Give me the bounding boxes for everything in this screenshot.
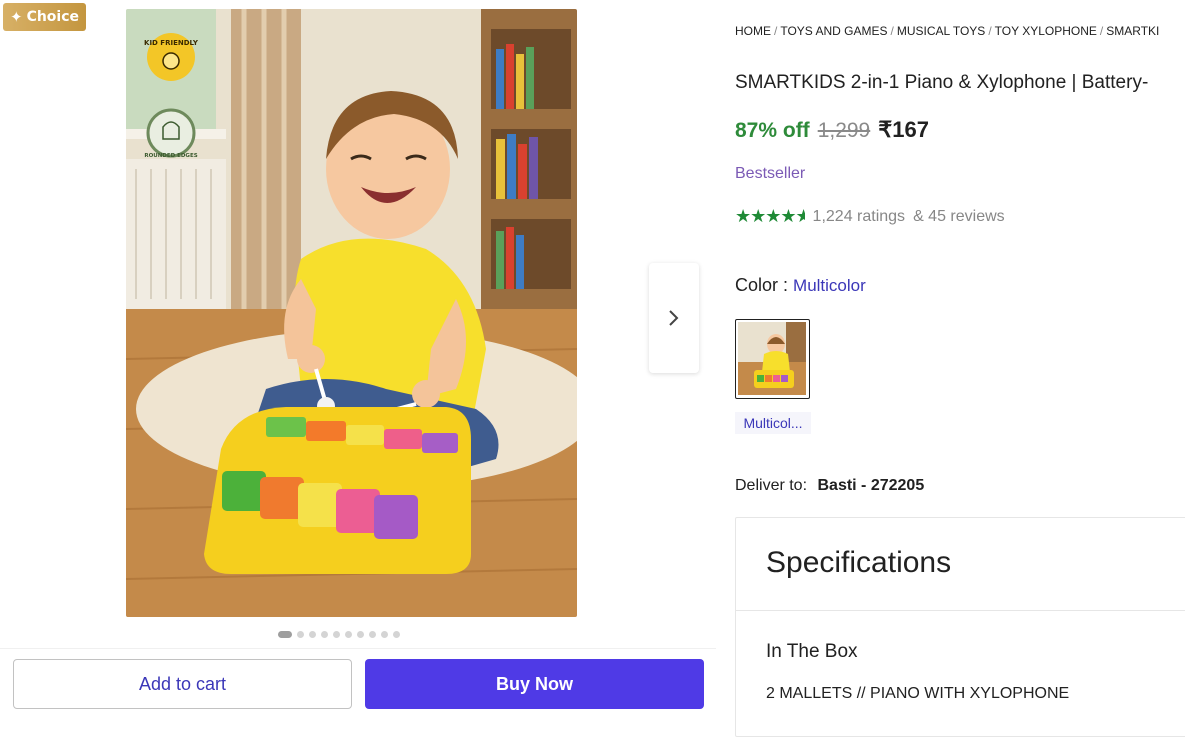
choice-badge-label: Choice <box>26 9 80 25</box>
pagination-dot[interactable] <box>309 631 316 638</box>
breadcrumb-current[interactable]: SMARTKI <box>1106 24 1159 38</box>
specifications-header: Specifications <box>736 518 1185 611</box>
product-image[interactable]: KID FRIENDLY ROUNDED EDGES <box>126 9 577 617</box>
pagination-dot[interactable] <box>333 631 340 638</box>
star-rating-icon: ★★★★★ <box>735 206 805 226</box>
color-selector-label: Color : Multicolor <box>735 275 866 296</box>
deliver-to-label: Deliver to: <box>735 477 808 494</box>
discount-percent: 87% off <box>735 119 810 142</box>
chevron-right-icon <box>669 310 679 326</box>
rounded-edges-label: ROUNDED EDGES <box>144 153 197 159</box>
add-to-cart-button[interactable]: Add to cart <box>13 659 352 709</box>
pagination-dot[interactable] <box>369 631 376 638</box>
choice-badge: ✦ Choice <box>3 3 86 31</box>
rating-row[interactable]: ★★★★★ 1,224 ratings & 45 reviews <box>735 206 1005 227</box>
selling-price: ₹167 <box>878 117 929 142</box>
pagination-dot[interactable] <box>381 631 388 638</box>
pagination-dot[interactable] <box>357 631 364 638</box>
swatch-thumbnail <box>738 322 806 395</box>
ratings-count: 1,224 ratings <box>812 207 906 225</box>
pagination-dot[interactable] <box>393 631 400 638</box>
kid-friendly-label: KID FRIENDLY <box>144 39 199 47</box>
color-swatch-label: Multicol... <box>735 412 811 434</box>
color-label: Color : <box>735 275 789 295</box>
pagination-dot[interactable] <box>345 631 352 638</box>
next-image-button[interactable] <box>649 263 699 373</box>
spec-section-title: In The Box <box>766 641 858 662</box>
breadcrumb-musical-toys[interactable]: MUSICAL TOYS <box>897 24 985 38</box>
pagination-dot[interactable] <box>297 631 304 638</box>
delivery-location: Basti - 272205 <box>817 477 925 494</box>
reviews-count: & 45 reviews <box>913 207 1005 225</box>
specifications-card: Specifications In The Box 2 MALLETS // P… <box>735 517 1185 737</box>
pagination-dot[interactable] <box>321 631 328 638</box>
buy-now-button[interactable]: Buy Now <box>365 659 704 709</box>
image-pagination-dots <box>278 631 400 638</box>
product-gallery: ✦ Choice KID FRIENDLY ROUNDED EDGES Add … <box>0 0 716 724</box>
sparkle-icon: ✦ <box>9 8 23 26</box>
price-row: 87% off 1,299 ₹167 <box>735 117 929 143</box>
color-swatch-multicolor[interactable] <box>735 319 810 399</box>
selected-color: Multicolor <box>793 276 866 295</box>
spec-section-value: 2 MALLETS // PIANO WITH XYLOPHONE <box>766 685 1070 702</box>
pagination-dot[interactable] <box>278 631 292 638</box>
delivery-info[interactable]: Deliver to: Basti - 272205 <box>735 477 924 495</box>
product-title: SMARTKIDS 2-in-1 Piano & Xylophone | Bat… <box>735 72 1149 93</box>
breadcrumb-home[interactable]: HOME <box>735 24 771 38</box>
breadcrumb-toys-and-games[interactable]: TOYS AND GAMES <box>780 24 887 38</box>
breadcrumb: HOME / TOYS AND GAMES / MUSICAL TOYS / TOY XYL… <box>735 24 1160 38</box>
breadcrumb-toy-xylophone[interactable]: TOY XYLOPHONE <box>995 24 1097 38</box>
bestseller-tag: Bestseller <box>735 165 806 182</box>
original-price: 1,299 <box>817 119 871 142</box>
specifications-title: Specifications <box>766 546 952 579</box>
cta-bar: Add to cart Buy Now <box>0 648 716 724</box>
product-details: HOME / TOYS AND GAMES / MUSICAL TOYS / TOY XYL… <box>735 0 1185 737</box>
